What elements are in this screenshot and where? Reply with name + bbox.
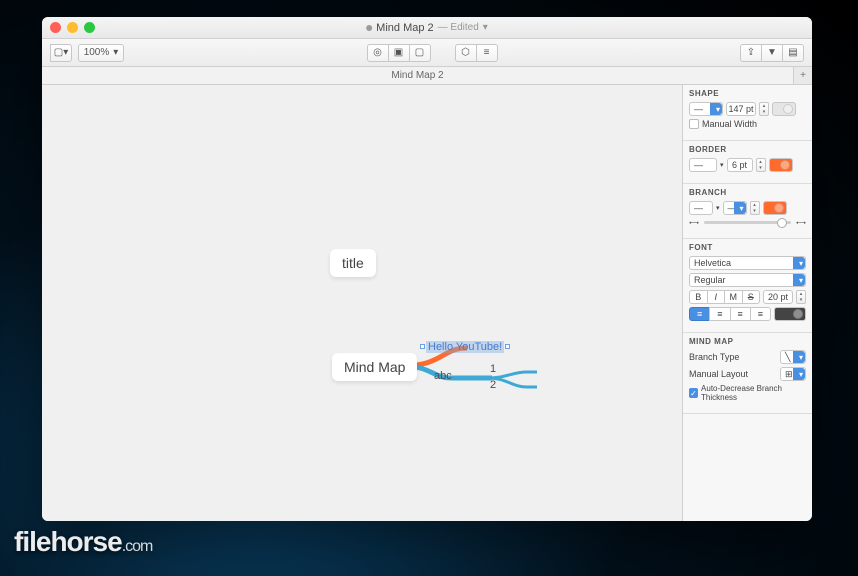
title-chevron-icon[interactable]: ▾ xyxy=(483,22,488,33)
zoom-select[interactable]: 100% ▾ xyxy=(78,44,124,62)
zoom-value: 100% xyxy=(84,47,110,58)
border-pt-stepper[interactable]: ▴▾ xyxy=(756,158,766,172)
hierarchy-button[interactable]: ⬡ xyxy=(455,44,477,62)
mindmap-canvas[interactable]: title Mind Map Hello YouTube! abc 1 2 xyxy=(42,85,682,521)
branch-type-label: Branch Type xyxy=(689,352,777,362)
selected-text: Hello YouTube! xyxy=(428,341,502,353)
shape-width-input[interactable]: 147 pt xyxy=(726,102,756,116)
branch-section: BRANCH — ▾ — ▴▾ ⟷ ⟷ xyxy=(683,184,812,239)
node-abc[interactable]: abc xyxy=(434,370,452,382)
zoom-icon[interactable] xyxy=(84,22,95,33)
branch-thickness-slider[interactable] xyxy=(704,221,791,224)
bold-button[interactable]: B xyxy=(689,290,708,304)
branch-color-swatch[interactable] xyxy=(763,201,787,215)
content-area: title Mind Map Hello YouTube! abc 1 2 SH… xyxy=(42,85,812,521)
branch-lines xyxy=(42,85,682,521)
add-tab-button[interactable]: + xyxy=(794,67,812,84)
branch-dash-select[interactable]: — xyxy=(723,201,747,215)
resize-handle-icon[interactable] xyxy=(420,344,425,349)
branch-stepper[interactable]: ▴▾ xyxy=(750,201,760,215)
tab-mindmap2[interactable]: Mind Map 2 xyxy=(42,67,794,84)
resize-handle-icon[interactable] xyxy=(505,344,510,349)
auto-decrease-checkbox[interactable]: ✓ xyxy=(689,388,698,398)
inspector-button[interactable]: ▼ xyxy=(761,44,783,62)
manual-width-checkbox[interactable] xyxy=(689,119,699,129)
italic-button[interactable]: I xyxy=(707,290,726,304)
close-icon[interactable] xyxy=(50,22,61,33)
node-selected[interactable]: Hello YouTube! xyxy=(426,341,504,353)
node-1[interactable]: 1 xyxy=(490,363,496,375)
mindmap-title: MIND MAP xyxy=(689,337,806,346)
font-style-select[interactable]: Regular xyxy=(689,273,806,287)
view-menu-button[interactable]: ▢▾ xyxy=(50,44,72,62)
panels-button[interactable]: ▤ xyxy=(782,44,804,62)
focus-button[interactable]: ◎ xyxy=(367,44,389,62)
font-family-select[interactable]: Helvetica xyxy=(689,256,806,270)
edited-label: — Edited xyxy=(438,22,479,33)
mindmap-section: MIND MAP Branch Type ╲ Manual Layout ⊞ ✓… xyxy=(683,333,812,414)
chevron-down-icon: ▾ xyxy=(113,47,118,58)
medium-button[interactable]: M xyxy=(724,290,743,304)
watermark: filehorse.com xyxy=(14,526,152,558)
font-section: FONT Helvetica Regular B I M S 20 pt ▴▾ xyxy=(683,239,812,333)
branch-style-select[interactable]: — xyxy=(689,201,713,215)
title-text: Mind Map 2 xyxy=(376,22,433,34)
border-color-swatch[interactable] xyxy=(769,158,793,172)
inspector-panel: SHAPE — 147 pt ▴▾ Manual Width BORDER — … xyxy=(682,85,812,521)
shape-color-swatch[interactable] xyxy=(772,102,796,116)
align-left-button[interactable]: ≡ xyxy=(689,307,710,321)
list-button[interactable]: ≡ xyxy=(476,44,498,62)
strike-button[interactable]: S xyxy=(742,290,761,304)
shape-width-stepper[interactable]: ▴▾ xyxy=(759,102,769,116)
doc-icon xyxy=(366,25,372,31)
manual-width-label: Manual Width xyxy=(702,119,757,129)
font-size-input[interactable]: 20 pt xyxy=(763,290,793,304)
traffic-lights xyxy=(50,22,95,33)
branch-type-select[interactable]: ╲ xyxy=(780,350,806,364)
image-button[interactable]: ▢ xyxy=(409,44,431,62)
font-title: FONT xyxy=(689,243,806,252)
border-title: BORDER xyxy=(689,145,806,154)
watermark-tld: .com xyxy=(122,538,153,555)
node-root[interactable]: Mind Map xyxy=(332,353,417,381)
border-section: BORDER — ▾ 6 pt ▴▾ xyxy=(683,141,812,184)
manual-layout-select[interactable]: ⊞ xyxy=(780,367,806,381)
toolbar: ▢▾ 100% ▾ ◎ ▣ ▢ ⬡ ≡ ⇪ ▼ ▤ xyxy=(42,39,812,67)
font-color-swatch[interactable] xyxy=(774,307,806,321)
share-button[interactable]: ⇪ xyxy=(740,44,762,62)
minimize-icon[interactable] xyxy=(67,22,78,33)
border-pt-input[interactable]: 6 pt xyxy=(727,158,753,172)
node-2[interactable]: 2 xyxy=(490,379,496,391)
align-right-button[interactable]: ≡ xyxy=(730,307,751,321)
shape-section: SHAPE — 147 pt ▴▾ Manual Width xyxy=(683,85,812,141)
font-size-stepper[interactable]: ▴▾ xyxy=(796,290,806,304)
branch-title: BRANCH xyxy=(689,188,806,197)
app-window: Mind Map 2 — Edited ▾ ▢▾ 100% ▾ ◎ ▣ ▢ ⬡ … xyxy=(42,17,812,521)
shape-style-select[interactable]: — xyxy=(689,102,723,116)
window-title: Mind Map 2 — Edited ▾ xyxy=(366,22,488,34)
expand-button[interactable]: ▣ xyxy=(388,44,410,62)
auto-decrease-label: Auto-Decrease Branch Thickness xyxy=(701,384,806,402)
align-center-button[interactable]: ≡ xyxy=(709,307,730,321)
titlebar: Mind Map 2 — Edited ▾ xyxy=(42,17,812,39)
manual-layout-label: Manual Layout xyxy=(689,369,777,379)
align-justify-button[interactable]: ≡ xyxy=(750,307,771,321)
border-style-select[interactable]: — xyxy=(689,158,717,172)
shape-title: SHAPE xyxy=(689,89,806,98)
watermark-name: filehorse xyxy=(14,526,122,557)
document-tabs: Mind Map 2 + xyxy=(42,67,812,85)
node-title[interactable]: title xyxy=(330,249,376,277)
view-mode-segment: ▢▾ xyxy=(50,44,72,62)
